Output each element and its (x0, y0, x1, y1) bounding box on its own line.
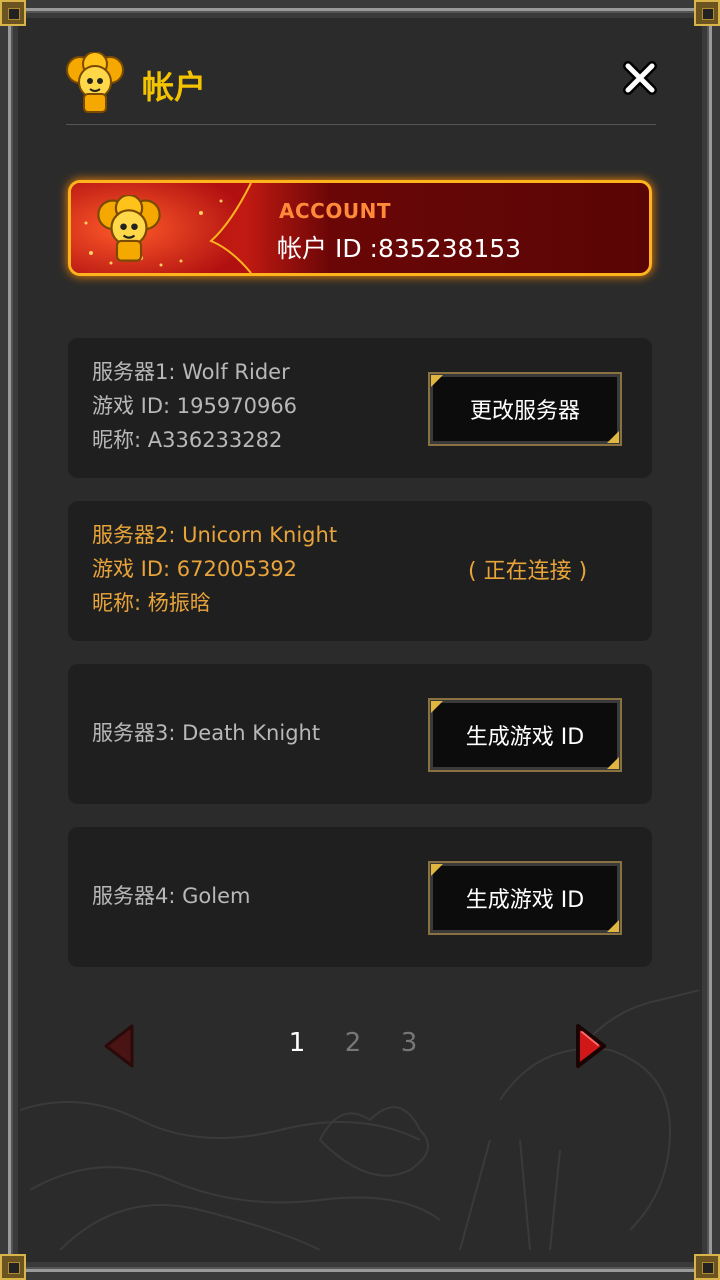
page-number[interactable]: 3 (394, 1028, 424, 1058)
account-label: ACCOUNT (279, 199, 391, 223)
generate-game-id-button[interactable]: 生成游戏 ID (428, 698, 622, 772)
server-info: 服务器4: Golem (92, 879, 250, 913)
button-corner-ornament (431, 864, 443, 876)
button-corner-ornament (431, 701, 443, 713)
account-avatar-icon (97, 195, 161, 262)
generate-game-id-label: 生成游戏 ID (465, 888, 585, 913)
server-name: 服务器3: Death Knight (92, 721, 321, 745)
game-id: 游戏 ID: 672005392 (92, 557, 298, 581)
page-number-current[interactable]: 1 (282, 1028, 312, 1058)
frame-corner-ornament (0, 1254, 26, 1280)
server-info: 服务器1: Wolf Rider 游戏 ID: 195970966 昵称: A3… (92, 355, 297, 457)
frame-corner-ornament (0, 0, 26, 26)
nickname: 昵称: A336233282 (92, 428, 283, 452)
button-corner-ornament (607, 920, 619, 932)
prev-page-arrow-icon[interactable] (92, 1018, 148, 1074)
server-name: 服务器4: Golem (92, 884, 251, 908)
frame-corner-ornament (694, 0, 720, 26)
frame-corner-ornament (694, 1254, 720, 1280)
pagination: 1 2 3 (68, 1010, 652, 1082)
nickname: 昵称: 杨振晗 (92, 591, 211, 615)
page-title: 帐户 (142, 68, 207, 106)
dialog-header: 帐户 (66, 52, 658, 125)
change-server-label: 更改服务器 (469, 399, 580, 424)
game-id: 游戏 ID: 195970966 (92, 394, 298, 418)
connecting-status: ( 正在连接 ) (468, 559, 588, 584)
server-info: 服务器2: Unicorn Knight 游戏 ID: 672005392 昵称… (92, 518, 337, 620)
button-corner-ornament (431, 375, 443, 387)
button-corner-ornament (607, 757, 619, 769)
next-page-arrow-icon[interactable] (562, 1018, 618, 1074)
server-name: 服务器1: Wolf Rider (92, 360, 290, 384)
button-corner-ornament (607, 431, 619, 443)
account-avatar-icon (66, 52, 124, 113)
server-info: 服务器3: Death Knight (92, 716, 320, 750)
account-id: 帐户 ID :835238153 (277, 234, 522, 263)
server-name: 服务器2: Unicorn Knight (92, 523, 338, 547)
server-card: 服务器4: Golem 生成游戏 ID (68, 827, 652, 967)
page-number[interactable]: 2 (338, 1028, 368, 1058)
change-server-button[interactable]: 更改服务器 (428, 372, 622, 446)
generate-game-id-button[interactable]: 生成游戏 ID (428, 861, 622, 935)
account-banner: ACCOUNT 帐户 ID :835238153 (68, 180, 652, 276)
server-card: 服务器3: Death Knight 生成游戏 ID (68, 664, 652, 804)
server-card-active: 服务器2: Unicorn Knight 游戏 ID: 672005392 昵称… (68, 501, 652, 641)
close-icon[interactable] (622, 60, 658, 96)
generate-game-id-label: 生成游戏 ID (465, 725, 585, 750)
server-card: 服务器1: Wolf Rider 游戏 ID: 195970966 昵称: A3… (68, 338, 652, 478)
